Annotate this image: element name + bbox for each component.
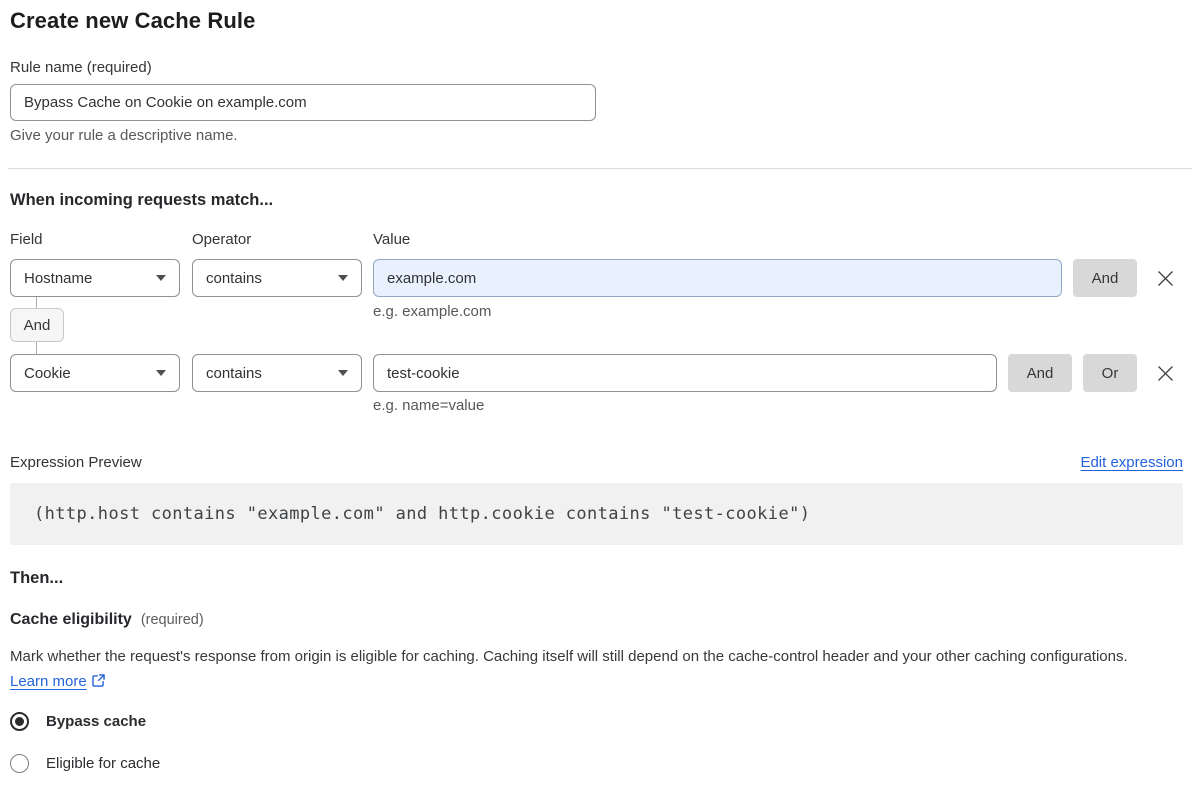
connector-and-button[interactable]: And — [10, 308, 64, 342]
operator-select-row2-value: contains — [206, 364, 262, 382]
value-input-row2[interactable] — [373, 354, 997, 392]
radio-option-label: Bypass cache — [46, 713, 147, 730]
field-select-row2[interactable]: Cookie — [10, 354, 180, 392]
chevron-down-icon — [156, 275, 166, 281]
field-select-row1[interactable]: Hostname — [10, 259, 180, 297]
then-heading: Then... — [10, 569, 64, 587]
radio-button-icon[interactable] — [10, 712, 29, 731]
external-link-icon — [91, 673, 105, 687]
cache-eligibility-description: Mark whether the request's response from… — [10, 645, 1162, 694]
radio-option-bypass-cache[interactable]: Bypass cache — [10, 712, 146, 731]
page-title: Create new Cache Rule — [10, 8, 256, 33]
match-heading: When incoming requests match... — [10, 191, 274, 209]
close-icon — [1157, 365, 1173, 381]
chevron-down-icon — [338, 275, 348, 281]
radio-option-eligible-for-cache[interactable]: Eligible for cache — [10, 754, 160, 773]
close-icon — [1157, 270, 1173, 286]
edit-expression-link[interactable]: Edit expression — [1080, 454, 1183, 471]
operator-select-row2[interactable]: contains — [192, 354, 362, 392]
value-helper-row1: e.g. example.com — [373, 303, 492, 320]
column-label-field: Field — [10, 231, 43, 248]
required-tag: (required) — [140, 612, 204, 628]
description-text: Mark whether the request's response from… — [10, 648, 1128, 665]
radio-button-icon[interactable] — [10, 754, 29, 773]
chevron-down-icon — [156, 370, 166, 376]
chevron-down-icon — [338, 370, 348, 376]
remove-row1-button[interactable] — [1148, 259, 1182, 297]
expression-code: (http.host contains "example.com" and ht… — [34, 504, 811, 524]
field-select-row2-value: Cookie — [24, 364, 71, 382]
operator-select-row1[interactable]: contains — [192, 259, 362, 297]
field-select-row1-value: Hostname — [24, 269, 93, 287]
expression-preview-box: (http.host contains "example.com" and ht… — [10, 483, 1183, 545]
or-button-row2[interactable]: Or — [1083, 354, 1137, 392]
and-button-row1[interactable]: And — [1073, 259, 1137, 297]
cache-eligibility-heading-row: Cache eligibility (required) — [10, 611, 204, 629]
rule-name-helper: Give your rule a descriptive name. — [10, 127, 238, 144]
remove-row2-button[interactable] — [1148, 354, 1182, 392]
column-label-value: Value — [373, 231, 411, 248]
radio-option-label: Eligible for cache — [46, 755, 161, 772]
cache-eligibility-heading: Cache eligibility — [10, 611, 132, 628]
section-divider — [8, 168, 1192, 169]
expression-preview-label: Expression Preview — [10, 454, 142, 471]
rule-name-input[interactable] — [10, 84, 596, 121]
learn-more-link[interactable]: Learn more — [10, 673, 87, 690]
operator-select-row1-value: contains — [206, 269, 262, 287]
value-input-row1[interactable] — [373, 259, 1062, 297]
column-label-operator: Operator — [192, 231, 252, 248]
value-helper-row2: e.g. name=value — [373, 397, 485, 414]
and-button-row2[interactable]: And — [1008, 354, 1072, 392]
rule-name-label: Rule name (required) — [10, 59, 152, 76]
